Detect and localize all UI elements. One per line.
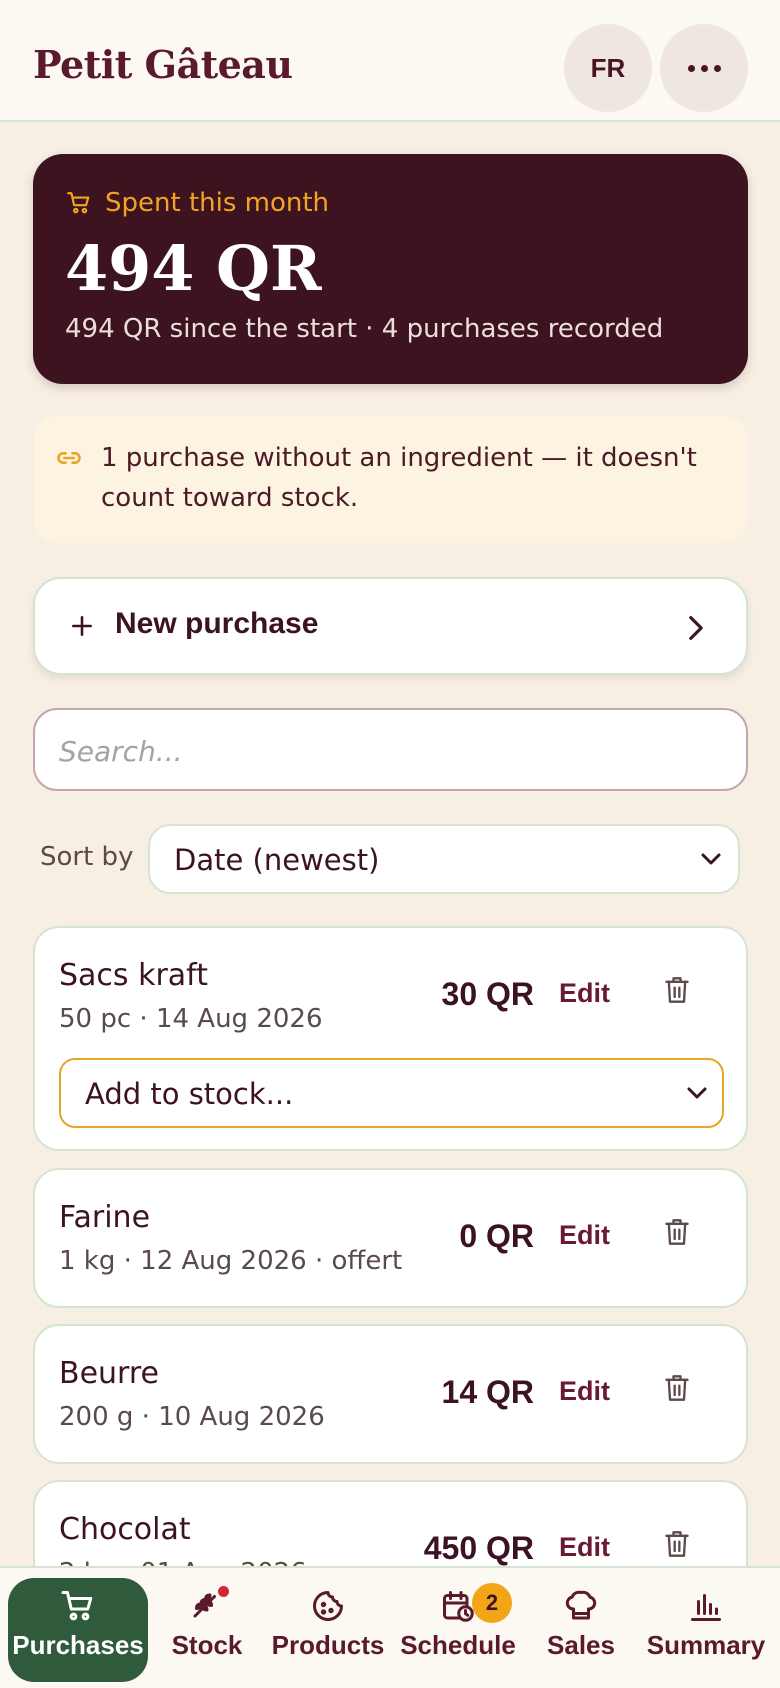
trash-icon[interactable] [663, 974, 691, 1006]
chef-hat-icon [565, 1590, 597, 1620]
missing-ingredient-notice: 1 purchase without an ingredient — it do… [33, 416, 748, 543]
nav-item-products[interactable]: Products [268, 1578, 388, 1682]
brand-title: Petit Gâteau [33, 42, 293, 87]
purchase-name: Farine [59, 1200, 151, 1235]
nav-item-sales[interactable]: Sales [538, 1578, 624, 1682]
search-field [33, 708, 748, 791]
trash-icon[interactable] [663, 1372, 691, 1404]
nav-item-summary[interactable]: Summary [642, 1578, 770, 1682]
purchase-price: 14 QR [441, 1374, 534, 1410]
add-to-stock-label: Add to stock... [85, 1077, 294, 1111]
sort-value: Date (newest) [174, 843, 380, 877]
link-icon [57, 452, 81, 464]
nav-label: Purchases [12, 1630, 144, 1660]
more-menu-button[interactable] [660, 24, 748, 112]
purchase-name: Sacs kraft [59, 958, 208, 993]
nav-label: Schedule [400, 1630, 516, 1660]
trash-icon[interactable] [663, 1528, 691, 1560]
list-item: Sacs kraft 50 pc · 14 Aug 2026 30 QR Edi… [33, 926, 748, 1151]
purchase-price: 450 QR [423, 1530, 534, 1566]
edit-button[interactable]: Edit [559, 1220, 610, 1251]
add-to-stock-select[interactable]: Add to stock... [59, 1058, 724, 1128]
nav-item-purchases[interactable]: Purchases [8, 1578, 148, 1682]
schedule-badge: 2 [472, 1583, 512, 1623]
bar-chart-icon [691, 1594, 721, 1621]
cart-icon [67, 192, 90, 214]
purchase-meta: 50 pc · 14 Aug 2026 [59, 1004, 323, 1034]
new-purchase-button[interactable]: New purchase [33, 577, 748, 675]
list-item: Farine 1 kg · 12 Aug 2026 · offert 0 QR … [33, 1168, 748, 1308]
purchase-name: Chocolat [59, 1512, 191, 1547]
chevron-down-icon [687, 1087, 707, 1099]
nav-label: Stock [171, 1630, 243, 1660]
sort-select[interactable]: Date (newest) [148, 824, 740, 894]
trash-icon[interactable] [663, 1216, 691, 1248]
stock-alert-dot [218, 1586, 229, 1597]
nav-label: Summary [646, 1630, 766, 1660]
edit-button[interactable]: Edit [559, 978, 610, 1009]
nav-item-stock[interactable]: Stock [160, 1578, 254, 1682]
purchase-meta: 1 kg · 12 Aug 2026 · offert [59, 1246, 403, 1276]
nav-label: Sales [547, 1630, 615, 1660]
chevron-down-icon [701, 853, 721, 865]
spent-subtitle: 494 QR since the start · 4 purchases rec… [65, 314, 664, 344]
purchase-price: 30 QR [441, 976, 534, 1012]
edit-button[interactable]: Edit [559, 1532, 610, 1563]
new-purchase-label: New purchase [115, 607, 319, 640]
list-item: Beurre 200 g · 10 Aug 2026 14 QR Edit [33, 1324, 748, 1464]
chevron-right-icon [689, 616, 703, 640]
cookie-icon [313, 1591, 343, 1621]
cart-icon [61, 1591, 93, 1621]
purchase-name: Beurre [59, 1356, 159, 1391]
sort-label: Sort by [40, 842, 134, 872]
more-horizontal-icon [687, 64, 721, 72]
bottom-nav: Purchases Stock Products Schedule 2 Sale… [0, 1566, 780, 1688]
spent-amount: 494 QR [65, 232, 322, 305]
spent-summary-card: Spent this month 494 QR 494 QR since the… [33, 154, 748, 384]
purchase-meta: 200 g · 10 Aug 2026 [59, 1402, 325, 1432]
calendar-clock-icon [443, 1591, 474, 1622]
app-header: Petit Gâteau FR [0, 0, 780, 122]
nav-label: Products [271, 1630, 385, 1660]
language-button[interactable]: FR [564, 24, 652, 112]
spent-label: Spent this month [105, 188, 330, 218]
plus-icon [72, 616, 92, 636]
edit-button[interactable]: Edit [559, 1376, 610, 1407]
notice-text: 1 purchase without an ingredient — it do… [101, 443, 697, 513]
search-input[interactable] [59, 728, 719, 774]
purchase-price: 0 QR [459, 1218, 534, 1254]
